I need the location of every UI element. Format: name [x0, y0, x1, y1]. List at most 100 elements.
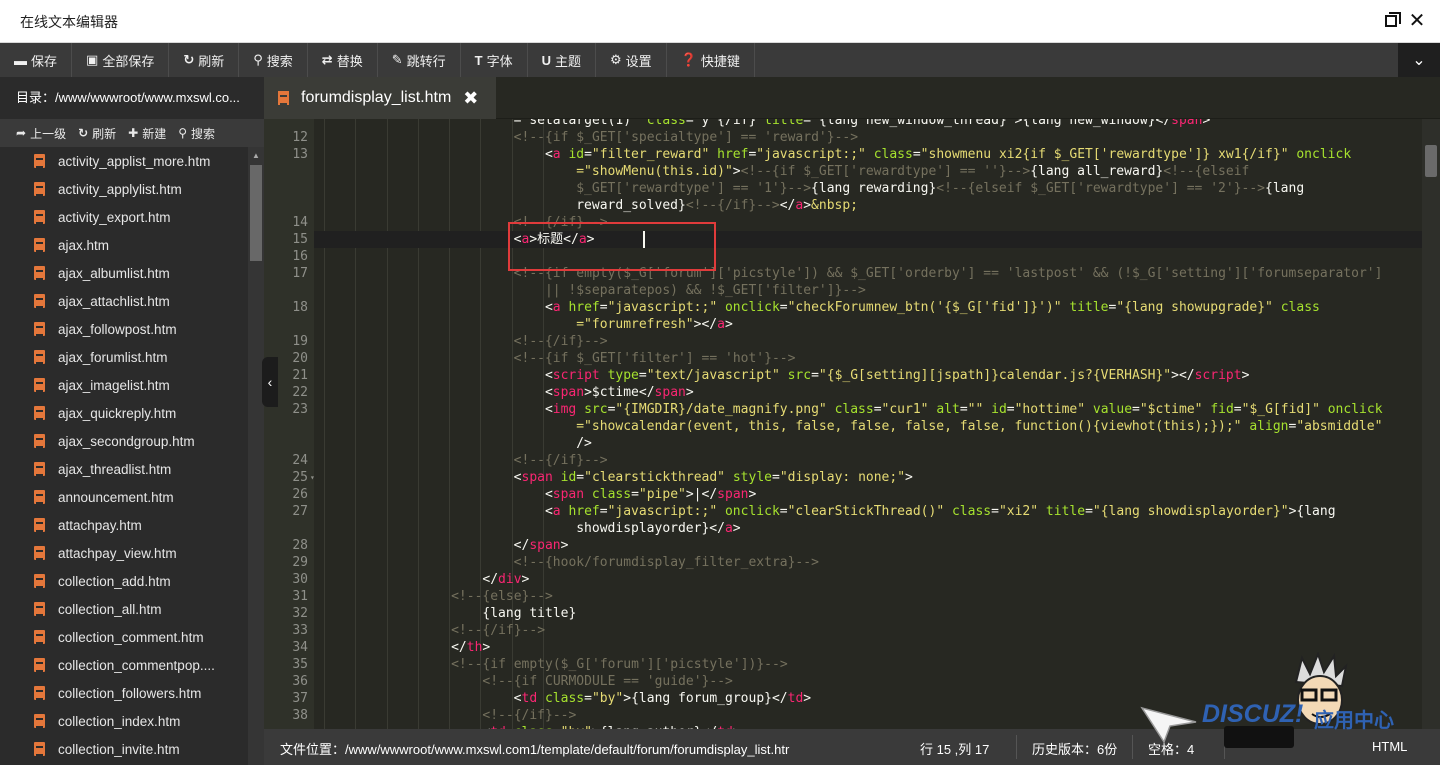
history-versions[interactable]: 历史版本：6份	[1032, 739, 1117, 758]
file-list[interactable]: activity_applist_more.htm activity_applyl…	[0, 147, 248, 765]
code-line[interactable]: 14 <!--{/if}-->	[264, 214, 1424, 231]
toolbar-button-6[interactable]: T 字体	[461, 43, 528, 77]
code-token: >	[560, 538, 569, 553]
file-list-item[interactable]: collection_index.htm	[0, 707, 248, 735]
file-list-item[interactable]: collection_followers.htm	[0, 679, 248, 707]
code-line[interactable]: 16	[264, 248, 1424, 265]
file-list-item[interactable]: ajax_forumlist.htm	[0, 343, 248, 371]
code-line[interactable]: 15 <a>标题</a>	[264, 231, 1424, 248]
file-list-item[interactable]: attachpay_view.htm	[0, 539, 248, 567]
toolbar-button-3[interactable]: ⚲ 搜索	[239, 43, 308, 77]
file-list-item[interactable]: ajax_albumlist.htm	[0, 259, 248, 287]
file-list-item[interactable]: activity_applylist.htm	[0, 175, 248, 203]
code-token: </	[513, 538, 530, 553]
toolbar-button-0[interactable]: ▬ 保存	[0, 43, 73, 77]
editor-scrollbar[interactable]	[1422, 119, 1440, 729]
code-token: =	[912, 147, 921, 162]
code-token: span	[654, 385, 686, 400]
code-line[interactable]: reward_solved}<!--{/if}--></a>&nbsp;	[264, 197, 1424, 214]
toolbar-expand-button[interactable]: ⌄	[1398, 43, 1440, 77]
code-line[interactable]: 28 </span>	[264, 537, 1424, 554]
toolbar-button-5[interactable]: ✎ 跳转行	[378, 43, 461, 77]
sidebar-scrollbar[interactable]: ▲	[248, 147, 264, 765]
sidebar-scroll-thumb[interactable]	[250, 165, 262, 261]
code-line[interactable]: 18 <a href="javascript:;" onclick="checkF…	[264, 299, 1424, 316]
toolbar-button-2[interactable]: ↻ 刷新	[169, 43, 240, 77]
code-line[interactable]: 20 <!--{if $_GET['filter'] == 'hot'}-->	[264, 350, 1424, 367]
code-line[interactable]: 19 <!--{/if}-->	[264, 333, 1424, 350]
html-file-icon	[34, 322, 45, 336]
code-line[interactable]: 23 <img src="{IMGDIR}/date_magnify.png" c…	[264, 401, 1424, 418]
close-button[interactable]: ✕	[1407, 11, 1427, 31]
code-line[interactable]: 13 <a id="filter_reward" href="javascript…	[264, 146, 1424, 163]
scroll-up-icon[interactable]: ▲	[252, 151, 260, 160]
toolbar-button-8[interactable]: ⚙ 设置	[596, 43, 667, 77]
code-line[interactable]: $_GET['rewardtype'] == '1'}-->{lang rewa…	[264, 180, 1424, 197]
code-area[interactable]: ="setatarget(1)" class="y"{/if} title="{…	[264, 119, 1424, 729]
code-line[interactable]: 33 <!--{/if}-->	[264, 622, 1424, 639]
file-list-item[interactable]: collection_add.htm	[0, 567, 248, 595]
file-list-item[interactable]: ajax_imagelist.htm	[0, 371, 248, 399]
file-list-item[interactable]: ajax_followpost.htm	[0, 315, 248, 343]
code-token: =	[1132, 402, 1140, 417]
toolbar-button-4[interactable]: ⇄ 替换	[308, 43, 378, 77]
code-line[interactable]: || !$separatepos) && !$_GET['filter']}--…	[264, 282, 1424, 299]
tab-forumdisplay-list[interactable]: forumdisplay_list.htm ✖	[264, 77, 496, 119]
file-list-item[interactable]: collection_comment.htm	[0, 623, 248, 651]
fold-toggle-icon[interactable]: ▾	[310, 469, 315, 486]
code-line[interactable]: 26 <span class="pipe">|</span>	[264, 486, 1424, 503]
code-line[interactable]: showdisplayorder}</a>	[264, 520, 1424, 537]
code-line[interactable]: 32 {lang title}	[264, 605, 1424, 622]
code-line[interactable]: 29 <!--{hook/forumdisplay_filter_extra}--…	[264, 554, 1424, 571]
file-list-item[interactable]: ajax.htm	[0, 231, 248, 259]
code-line[interactable]: 31 <!--{else}-->	[264, 588, 1424, 605]
code-line[interactable]: ="forumrefresh"></a>	[264, 316, 1424, 333]
code-line[interactable]: 21 <script type="text/javascript" src="{$…	[264, 367, 1424, 384]
code-line[interactable]: 17 <!--{if empty($_G['forum']['picstyle']…	[264, 265, 1424, 282]
code-token: {lang all_reward}	[1030, 164, 1164, 179]
code-token: <!--{if $_GET['specialtype'] == 'reward'…	[513, 130, 859, 145]
code-line[interactable]: 22 <span>$ctime</span>	[264, 384, 1424, 401]
file-list-item[interactable]: ajax_attachlist.htm	[0, 287, 248, 315]
file-list-item[interactable]: attachpay.htm	[0, 511, 248, 539]
code-line[interactable]: 25 ▾ <span id="clearstickthread" style="di…	[264, 469, 1424, 486]
code-line[interactable]: />	[264, 435, 1424, 452]
file-list-item[interactable]: ajax_secondgroup.htm	[0, 427, 248, 455]
sidebar-collapse-button[interactable]: ‹	[262, 357, 278, 407]
code-token: "showmenu xi2{if $_GET['rewardtype']} xw…	[920, 147, 1289, 162]
file-list-item[interactable]: collection_invite.htm	[0, 735, 248, 763]
code-token: &nbsp;	[811, 198, 859, 213]
file-list-item[interactable]: announcement.htm	[0, 483, 248, 511]
code-line[interactable]: 27 <a href="javascript:;" onclick="clearS…	[264, 503, 1424, 520]
sidebar-action-2[interactable]: ✚ 新建	[128, 125, 166, 142]
toolbar-button-9[interactable]: ❓ 快捷键	[667, 43, 755, 77]
tab-close-icon[interactable]: ✖	[463, 88, 478, 109]
file-list-item[interactable]: activity_applist_more.htm	[0, 147, 248, 175]
code-line[interactable]: 24 <!--{/if}-->	[264, 452, 1424, 469]
html-file-icon	[34, 658, 45, 672]
editor-scroll-thumb[interactable]	[1425, 145, 1437, 177]
toolbar-button-7[interactable]: U 主题	[528, 43, 597, 77]
toolbar-button-1[interactable]: ▣ 全部保存	[72, 43, 170, 77]
refresh-icon: ↻	[183, 52, 195, 67]
code-editor[interactable]: ="setatarget(1)" class="y"{/if} title="{…	[264, 119, 1440, 729]
file-list-item[interactable]: ajax_threadlist.htm	[0, 455, 248, 483]
file-list-item[interactable]: collection_commentpop....	[0, 651, 248, 679]
sidebar-action-3[interactable]: ⚲ 搜索	[178, 125, 215, 142]
file-list-item[interactable]: ajax_quickreply.htm	[0, 399, 248, 427]
file-list-item[interactable]: activity_export.htm	[0, 203, 248, 231]
code-line[interactable]: 30 </div>	[264, 571, 1424, 588]
code-line[interactable]: ="showMenu(this.id)"><!--{if $_GET['rewa…	[264, 163, 1424, 180]
code-text: <a id="filter_reward" href="javascript:;…	[545, 146, 1351, 163]
code-line[interactable]: ="setatarget(1)" class="y"{/if} title="{…	[264, 119, 1424, 129]
sidebar-action-1[interactable]: ↻ 刷新	[78, 125, 116, 142]
sidebar-action-0[interactable]: ➦ 上一级	[16, 125, 66, 142]
code-line[interactable]: 12 <!--{if $_GET['specialtype'] == 'rewar…	[264, 129, 1424, 146]
code-line[interactable]: ="showcalendar(event, this, false, false…	[264, 418, 1424, 435]
html-file-icon	[34, 546, 45, 560]
maximize-button[interactable]	[1381, 11, 1401, 31]
file-list-item[interactable]: collection_all.htm	[0, 595, 248, 623]
code-text: <!--{if CURMODULE == 'guide'}-->	[482, 673, 732, 690]
